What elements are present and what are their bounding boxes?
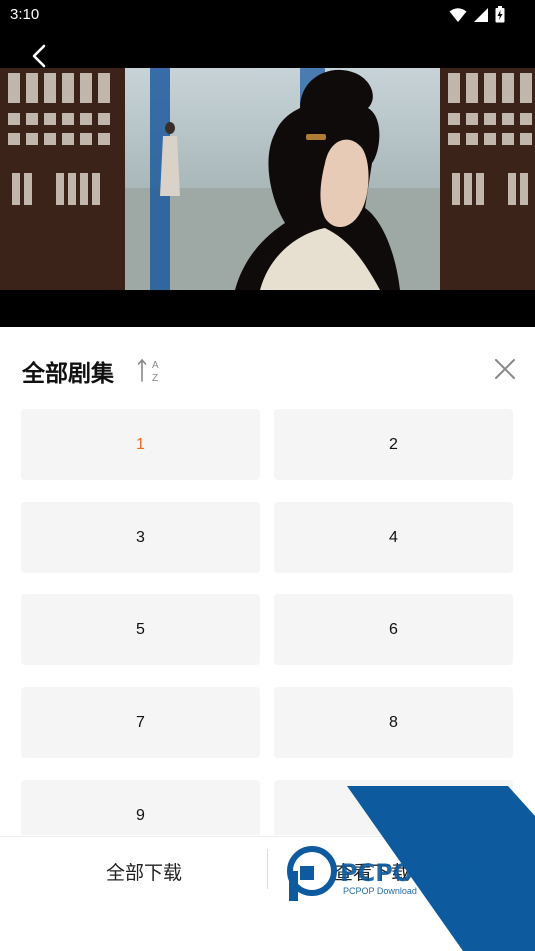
video-player[interactable] (0, 30, 535, 327)
episode-button[interactable]: 2 (274, 409, 513, 480)
bottom-action-bar: 全部下载 查看下载 (0, 836, 535, 951)
signal-icon (474, 7, 488, 22)
video-frame-image (0, 68, 535, 290)
battery-icon (495, 6, 505, 23)
episode-button[interactable]: 5 (21, 594, 260, 665)
sort-icon-bottom-letter: Z (152, 373, 158, 383)
close-icon[interactable] (493, 357, 517, 381)
download-all-button[interactable]: 全部下载 (40, 853, 248, 889)
sort-icon[interactable]: A Z (137, 357, 161, 383)
view-downloads-button[interactable]: 查看下载 (268, 853, 476, 889)
panel-title: 全部剧集 (22, 361, 114, 387)
episode-button[interactable]: 4 (274, 502, 513, 573)
episode-button[interactable]: 1 (21, 409, 260, 480)
status-bar: 3:10 (0, 0, 535, 30)
episode-button[interactable]: 8 (274, 687, 513, 758)
episode-button[interactable]: 7 (21, 687, 260, 758)
back-arrow-icon[interactable] (26, 42, 54, 70)
sort-icon-top-letter: A (152, 360, 159, 371)
episode-button[interactable]: 9 (21, 780, 260, 835)
episode-button[interactable]: 6 (274, 594, 513, 665)
episode-button[interactable]: 3 (21, 502, 260, 573)
episode-grid: 1 2 3 4 5 6 7 8 9 (21, 409, 513, 835)
episode-button[interactable] (274, 780, 513, 835)
status-time: 3:10 (10, 6, 40, 23)
status-icons (449, 6, 505, 23)
wifi-icon (449, 7, 467, 22)
